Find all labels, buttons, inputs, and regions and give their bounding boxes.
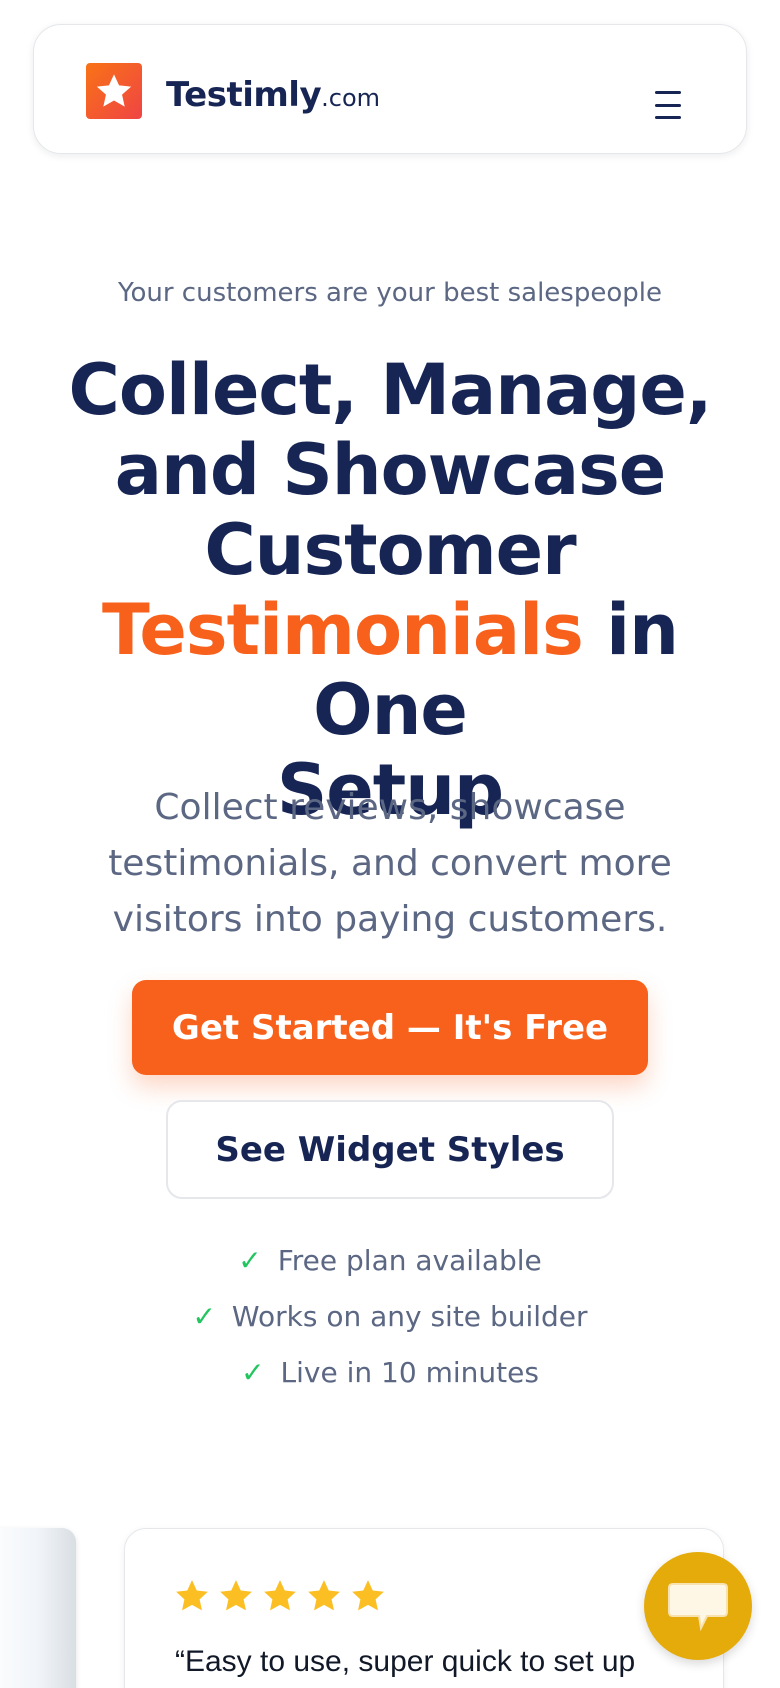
feature-item: ✓ Works on any site builder bbox=[0, 1288, 780, 1344]
chat-widget-button[interactable] bbox=[644, 1552, 752, 1660]
check-icon: ✓ bbox=[192, 1299, 216, 1333]
feature-item: ✓ Free plan available bbox=[0, 1232, 780, 1288]
menu-bar bbox=[655, 116, 681, 119]
headline-line: Customer bbox=[204, 509, 576, 591]
review-card: “Easy to use, super quick to set up bbox=[124, 1528, 724, 1688]
headline-line: Collect, Manage, bbox=[68, 349, 713, 431]
logo-star-icon[interactable] bbox=[86, 63, 142, 119]
chat-bubble-icon bbox=[668, 1583, 728, 1632]
logo-wordmark[interactable]: Testimly .com bbox=[166, 75, 380, 115]
feature-list: ✓ Free plan available ✓ Works on any sit… bbox=[0, 1232, 780, 1400]
review-quote: “Easy to use, super quick to set up bbox=[175, 1645, 636, 1678]
star-icon bbox=[264, 1580, 296, 1611]
logo-tld: .com bbox=[321, 84, 381, 112]
star-rating bbox=[173, 1577, 387, 1615]
check-icon: ✓ bbox=[238, 1243, 262, 1277]
star-icon bbox=[176, 1580, 208, 1611]
headline-accent: Testimonials bbox=[101, 589, 584, 671]
hero-eyebrow: Your customers are your best salespeople bbox=[118, 278, 662, 308]
get-started-button[interactable]: Get Started — It's Free bbox=[132, 980, 648, 1075]
star-icon bbox=[352, 1580, 384, 1611]
check-icon: ✓ bbox=[241, 1355, 265, 1389]
feature-item: ✓ Live in 10 minutes bbox=[0, 1344, 780, 1400]
feature-label: Free plan available bbox=[277, 1243, 542, 1277]
star-icon bbox=[308, 1580, 340, 1611]
menu-bar bbox=[655, 103, 681, 107]
hamburger-menu-icon[interactable] bbox=[646, 87, 690, 123]
headline-line: and Showcase bbox=[114, 429, 666, 511]
navbar: Testimly .com bbox=[33, 24, 747, 154]
logo-name: Testimly bbox=[166, 75, 322, 115]
star-icon bbox=[96, 74, 132, 107]
see-widget-styles-button[interactable]: See Widget Styles bbox=[166, 1100, 614, 1199]
star-icon bbox=[220, 1580, 252, 1611]
hero-subheadline: Collect reviews, showcase testimonials, … bbox=[108, 787, 672, 940]
menu-bar bbox=[655, 91, 681, 94]
feature-label: Works on any site builder bbox=[231, 1299, 588, 1333]
feature-label: Live in 10 minutes bbox=[280, 1355, 539, 1389]
hero-headline: Collect, Manage, and Showcase Customer T… bbox=[40, 350, 740, 830]
previous-review-card[interactable] bbox=[0, 1528, 76, 1688]
